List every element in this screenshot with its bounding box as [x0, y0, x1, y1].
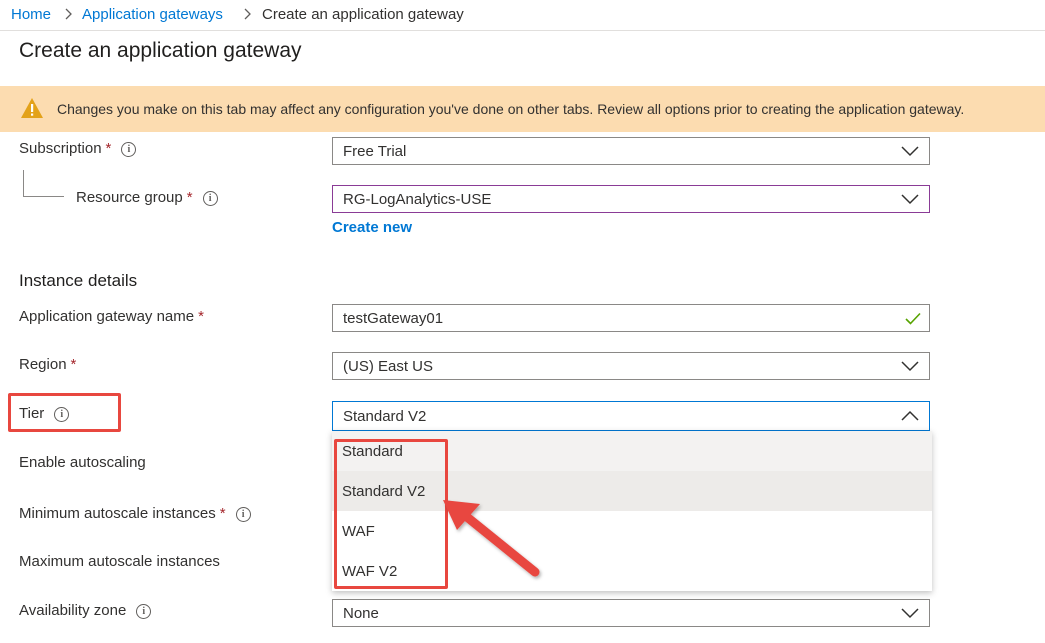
subscription-select[interactable]: Free Trial	[332, 137, 930, 165]
region-value: (US) East US	[343, 358, 434, 375]
warning-banner-text: Changes you make on this tab may affect …	[57, 101, 965, 117]
min-instances-label: Minimum autoscale instances * i	[19, 505, 251, 523]
warning-banner: Changes you make on this tab may affect …	[0, 86, 1045, 132]
warning-icon	[21, 98, 43, 118]
info-icon[interactable]: i	[202, 191, 218, 206]
info-icon[interactable]: i	[121, 142, 137, 157]
chevron-down-icon	[901, 608, 919, 619]
max-instances-label-text: Maximum autoscale instances	[19, 553, 220, 570]
gateway-name-label: Application gateway name *	[19, 308, 204, 326]
breadcrumb-home-link[interactable]: Home	[11, 6, 51, 24]
subscription-label: Subscription * i	[19, 140, 137, 158]
subscription-label-text: Subscription	[19, 140, 102, 157]
breadcrumb-current: Create an application gateway	[262, 6, 464, 23]
availability-zone-value: None	[343, 605, 379, 622]
tier-label-highlight	[8, 393, 121, 432]
gateway-name-input[interactable]: testGateway01	[332, 304, 930, 332]
instance-details-heading: Instance details	[19, 271, 138, 290]
required-marker: *	[198, 308, 204, 325]
resource-group-label: Resource group * i	[76, 189, 218, 207]
autoscaling-label-text: Enable autoscaling	[19, 454, 146, 471]
info-icon[interactable]: i	[235, 507, 251, 522]
create-new-link[interactable]: Create new	[332, 219, 412, 237]
availability-zone-label-text: Availability zone	[19, 602, 127, 619]
chevron-down-icon	[901, 146, 919, 157]
checkmark-icon	[905, 312, 921, 325]
subscription-value: Free Trial	[343, 143, 407, 160]
chevron-right-icon	[65, 8, 72, 20]
gateway-name-value: testGateway01	[343, 310, 444, 327]
page-title: Create an application gateway	[19, 39, 302, 62]
resource-group-value: RG-LogAnalytics-USE	[343, 191, 492, 208]
tier-value: Standard V2	[343, 408, 427, 425]
required-marker: *	[70, 356, 77, 373]
tier-options-highlight	[334, 439, 448, 589]
required-marker: *	[105, 140, 112, 157]
required-marker: *	[186, 189, 193, 206]
region-label: Region *	[19, 356, 76, 374]
min-instances-label-text: Minimum autoscale instances	[19, 505, 216, 522]
region-label-text: Region	[19, 356, 67, 373]
breadcrumb: Home Application gateways Create an appl…	[0, 0, 1045, 31]
annotation-arrow-icon	[443, 500, 540, 577]
autoscaling-label: Enable autoscaling	[19, 454, 146, 472]
resource-group-label-text: Resource group	[76, 189, 183, 206]
tier-select[interactable]: Standard V2	[332, 401, 930, 431]
max-instances-label: Maximum autoscale instances	[19, 553, 220, 571]
required-marker: *	[219, 505, 226, 522]
info-icon[interactable]: i	[136, 604, 152, 619]
tree-connector	[23, 170, 64, 197]
availability-zone-label: Availability zone i	[19, 602, 152, 620]
availability-zone-select[interactable]: None	[332, 599, 930, 627]
region-select[interactable]: (US) East US	[332, 352, 930, 380]
chevron-right-icon	[244, 8, 251, 20]
chevron-down-icon	[901, 361, 919, 372]
chevron-down-icon	[901, 194, 919, 205]
breadcrumb-app-gateways-link[interactable]: Application gateways	[82, 6, 223, 24]
gateway-name-label-text: Application gateway name	[19, 308, 195, 325]
resource-group-select[interactable]: RG-LogAnalytics-USE	[332, 185, 930, 213]
chevron-up-icon	[901, 410, 919, 421]
